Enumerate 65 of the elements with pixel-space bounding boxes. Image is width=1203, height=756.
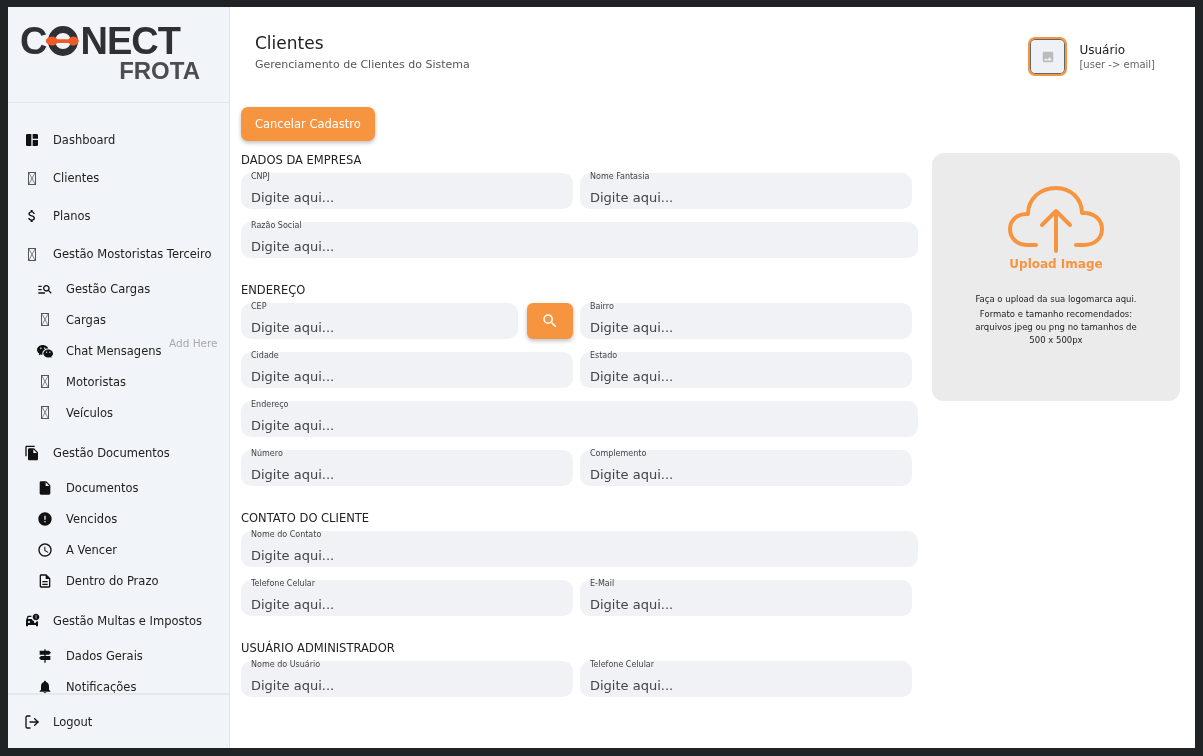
sidebar-subitem[interactable]: Dentro do Prazo [8,565,229,596]
field-label: CEP [251,302,267,311]
sidebar-subitem[interactable]: Vencidos [8,503,229,534]
logo-text: C [20,23,47,59]
field-label: Nome Fantasia [590,172,650,181]
sidebar-item[interactable]: Gestão Mostoristas Terceiro [8,235,229,273]
upload-title: Upload Image [1009,257,1103,271]
sidebar-subitem[interactable]: Documentos [8,472,229,503]
broken-image-icon [41,313,49,326]
dashboard-icon [24,132,40,148]
logout-link[interactable]: Logout [8,702,93,741]
sidebar-subitem[interactable]: Motoristas [8,366,229,397]
field-label: Estado [590,351,618,360]
section-title: USUÁRIO ADMINISTRADOR [241,641,396,655]
sidebar-item[interactable]: Gestão Multas e Impostos [8,602,229,640]
field-label: Complemento [590,449,647,458]
sidebar-item[interactable]: Planos [8,197,229,235]
file-icon [37,478,53,497]
field-label: E-Mail [590,579,615,588]
field-label: Telefone Celular [251,579,316,588]
page-title: Clientes [255,32,325,55]
upload-card[interactable]: Upload Image Faça o upload da sua logomarca aqui. Formato e tamanho recomendados: arquivos jpeg ou png no tamanhos de 500 x 500px [932,153,1180,401]
add-here-hint: Add Here [169,337,218,349]
section-title: CONTATO DO CLIENTE [241,511,371,525]
sidebar-item[interactable]: Gestão Documentos [8,434,229,472]
field-label: Razão Social [251,221,302,230]
chat-bubbles-icon [37,342,53,359]
field-label: Bairro [590,302,614,311]
search-icon [541,312,559,330]
cloud-upload-icon [1006,183,1106,253]
files-icon [24,444,40,462]
broken-image-icon [28,171,36,185]
field-label: Cidade [251,351,279,360]
field-label: Telefone Celular [590,660,655,669]
logout-icon [24,713,40,730]
sidebar-item[interactable]: Dashboard [8,121,229,159]
broken-image-icon [41,406,49,419]
sidebar-subitem[interactable]: Chat Mensagens Add Here [8,335,229,366]
broken-image-icon [28,247,36,261]
signpost-icon [37,646,53,665]
field-label: Endereço [251,400,289,409]
sidebar-item[interactable]: Clientes [8,159,229,197]
upload-hint: Faça o upload da sua logomarca aqui. [974,293,1138,306]
sidebar-subitem[interactable]: Veículos [8,397,229,428]
sidebar-subitem[interactable]: Gestão Cargas [8,273,229,304]
user-avatar[interactable] [1028,37,1068,76]
upload-hint: Formato e tamanho recomendados: arquivos jpeg ou png no tamanhos de 500 x 500px [974,308,1138,347]
user-name: Usuário [1079,43,1127,57]
section-title: ENDEREÇO [241,283,307,297]
sidebar-subitem[interactable]: Notificações [8,671,229,693]
page-subtitle: Gerenciamento de Clientes do Sistema [255,58,470,71]
image-icon [1040,49,1055,64]
sidebar-subitem[interactable]: Dados Gerais [8,640,229,671]
user-email: [user -> email] [1079,59,1155,70]
field-label: Nome do Usuário [251,660,321,669]
field-label: Número [251,449,283,458]
field-label: Nome do Contato [251,530,322,539]
field-label: CNPJ [251,172,270,181]
logo-mark-icon [46,26,81,56]
section-title: DADOS DA EMPRESA [241,153,363,167]
broken-image-icon [41,375,49,388]
sidebar-subitem[interactable]: Cargas [8,304,229,335]
logo-subtitle: FROTA [119,59,200,83]
logo-text: NECT [80,23,180,59]
sidebar-subitem[interactable]: A Vencer [8,534,229,565]
